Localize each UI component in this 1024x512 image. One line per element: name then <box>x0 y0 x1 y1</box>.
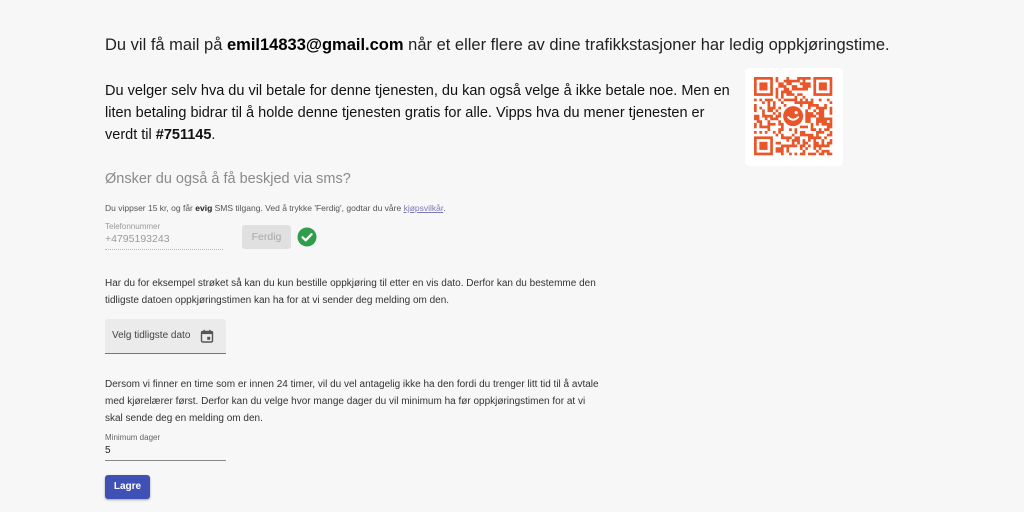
minimum-days-label: Minimum dager <box>105 433 161 442</box>
minimum-days-input[interactable]: 5 <box>105 445 226 461</box>
email-notice: Du vil få mail på emil14833@gmail.com nå… <box>105 36 890 55</box>
vipps-qr-code <box>745 68 843 166</box>
sms-note-end: . <box>443 203 446 213</box>
earliest-date-picker[interactable]: Velg tidligste dato <box>105 319 226 354</box>
check-circle-icon <box>297 227 317 247</box>
payment-end: . <box>211 127 216 143</box>
minimum-days-description: Dersom vi finner en time som er innen 24… <box>105 379 599 424</box>
payment-info: Du velger selv hva du vil betale for den… <box>105 80 735 146</box>
save-button[interactable]: Lagre <box>105 475 150 499</box>
earliest-date-description: Har du for eksempel strøket så kan du ku… <box>105 278 596 306</box>
calendar-icon[interactable] <box>200 329 214 343</box>
terms-link[interactable]: kjøpsvilkår <box>404 203 444 213</box>
sms-note-bold: evig <box>195 203 213 213</box>
phone-label: Telefonnummer <box>105 222 161 231</box>
qr-code-icon <box>754 77 833 156</box>
email-notice-suffix: når et eller flere av dine trafikkstasjo… <box>403 36 890 54</box>
done-button[interactable]: Ferdig <box>242 225 291 249</box>
vipps-number: #751145 <box>155 127 212 143</box>
email-address: emil14833@gmail.com <box>226 36 404 54</box>
email-notice-prefix: Du vil få mail på <box>105 36 227 54</box>
date-placeholder: Velg tidligste dato <box>112 330 191 341</box>
phone-input[interactable]: +4795193243 <box>105 233 223 250</box>
sms-note-text-2: SMS tilgang. Ved å trykke 'Ferdig', godt… <box>212 203 404 213</box>
sms-question: Ønsker du også å få beskjed via sms? <box>105 171 351 187</box>
sms-note-text: Du vippser 15 kr, og får <box>105 203 196 213</box>
sms-note: Du vippser 15 kr, og får evig SMS tilgan… <box>105 203 446 213</box>
